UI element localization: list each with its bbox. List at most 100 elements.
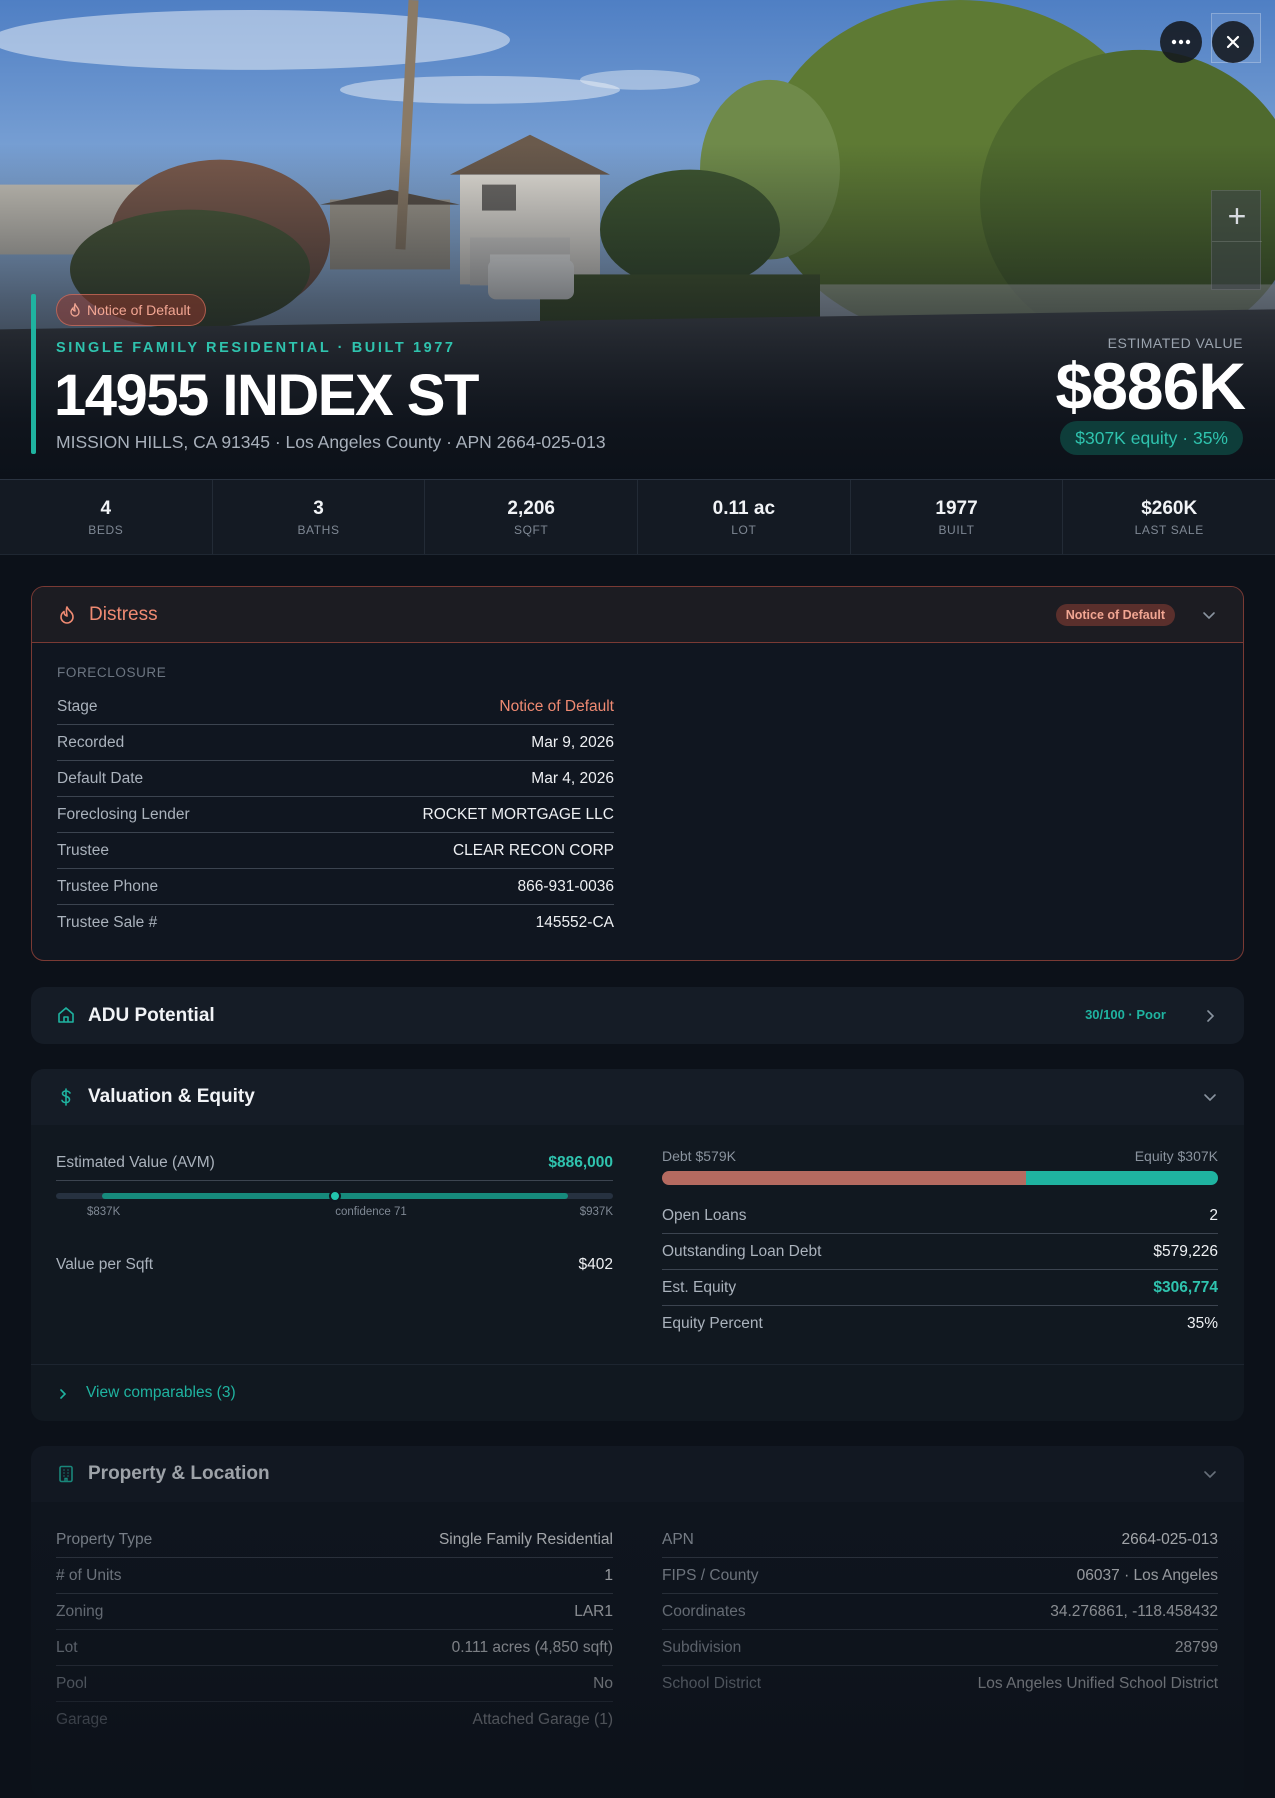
row-value: No bbox=[593, 1674, 613, 1692]
map-zoom-control: + bbox=[1211, 190, 1262, 290]
view-comparables-link[interactable]: View comparables (3) bbox=[86, 1384, 236, 1402]
row-value: ROCKET MORTGAGE LLC bbox=[422, 805, 615, 823]
valuation-equity-section: Valuation & Equity Estimated Value (AVM)… bbox=[31, 1069, 1244, 1421]
property-type-subline: SINGLE FAMILY RESIDENTIAL · BUILT 1977 bbox=[56, 340, 456, 356]
view-comparables-row[interactable]: View comparables (3) bbox=[31, 1364, 1244, 1421]
foreclosure-row-stage: Stage Notice of Default bbox=[57, 689, 614, 725]
stat-baths: 3 BATHS bbox=[213, 480, 426, 554]
chevron-down-icon[interactable] bbox=[1202, 1089, 1218, 1105]
stat-value: 0.11 ac bbox=[712, 497, 776, 519]
chevron-down-icon[interactable] bbox=[1202, 1466, 1218, 1482]
foreclosure-row-trustee-phone: Trustee Phone 866-931-0036 bbox=[57, 869, 614, 905]
valuation-range-marker bbox=[329, 1190, 341, 1202]
debt-equity-bar bbox=[662, 1171, 1218, 1185]
row-label: Coordinates bbox=[662, 1602, 746, 1620]
equity-label: Equity $307K bbox=[1134, 1148, 1218, 1164]
value-per-sqft-row: Value per Sqft $402 bbox=[56, 1247, 613, 1283]
debt-portion bbox=[662, 1171, 1026, 1185]
distress-status-pill: Notice of Default bbox=[56, 294, 206, 326]
row-label: APN bbox=[662, 1530, 694, 1548]
close-icon bbox=[1226, 35, 1240, 49]
row-label: Garage bbox=[56, 1711, 108, 1728]
row-label: Lot bbox=[56, 1638, 78, 1656]
zoom-in-button[interactable]: + bbox=[1212, 191, 1262, 241]
row-label: Value per Sqft bbox=[56, 1256, 154, 1273]
property-row: Pool No bbox=[56, 1666, 613, 1702]
row-value: 34.276861, -118.458432 bbox=[1050, 1602, 1218, 1620]
row-label: Subdivision bbox=[662, 1638, 742, 1656]
equity-percent-row: Equity Percent 35% bbox=[662, 1306, 1218, 1342]
equity-pill: $307K equity · 35% bbox=[1060, 421, 1243, 455]
row-label: Trustee bbox=[57, 841, 109, 859]
property-location-line: MISSION HILLS, CA 91345 · Los Angeles Co… bbox=[56, 432, 606, 452]
hero-photo-header: + Notice of Default SINGLE FAMILY RESIDE… bbox=[0, 0, 1275, 480]
distress-title: Distress bbox=[89, 603, 158, 625]
row-value: Attached Garage (1) bbox=[472, 1711, 613, 1728]
equity-portion bbox=[1025, 1171, 1218, 1185]
row-value: $579,226 bbox=[1153, 1242, 1218, 1260]
range-high-label: $937K bbox=[579, 1206, 613, 1218]
location-row: Subdivision 28799 bbox=[662, 1630, 1218, 1666]
valuation-title: Valuation & Equity bbox=[88, 1086, 255, 1107]
stat-value: $260K bbox=[1141, 497, 1198, 519]
stat-last-sale: $260K LAST SALE bbox=[1063, 480, 1275, 554]
foreclosure-row-trustee-sale: Trustee Sale # 145552-CA bbox=[57, 905, 614, 941]
row-value: Mar 9, 2026 bbox=[531, 733, 614, 751]
est-equity-row: Est. Equity $306,774 bbox=[662, 1270, 1218, 1306]
property-row: Zoning LAR1 bbox=[56, 1594, 613, 1630]
row-value: Single Family Residential bbox=[438, 1530, 613, 1548]
distress-section-header[interactable]: Distress Notice of Default bbox=[32, 587, 1243, 643]
stat-lot: 0.11 ac LOT bbox=[638, 480, 851, 554]
stat-label: LOT bbox=[731, 522, 757, 537]
row-value: 1 bbox=[604, 1566, 613, 1584]
row-value: Los Angeles Unified School District bbox=[977, 1675, 1218, 1692]
chevron-down-icon[interactable] bbox=[1201, 607, 1217, 623]
loan-debt-row: Outstanding Loan Debt $579,226 bbox=[662, 1234, 1218, 1270]
property-row: Property Type Single Family Residential bbox=[56, 1522, 613, 1558]
title-accent-bar bbox=[31, 294, 36, 454]
row-value: 28799 bbox=[1174, 1638, 1218, 1656]
distress-status-label: Notice of Default bbox=[87, 302, 191, 318]
row-label: # of Units bbox=[56, 1566, 122, 1584]
dollar-icon bbox=[61, 1088, 71, 1106]
valuation-section-header[interactable]: Valuation & Equity bbox=[31, 1069, 1244, 1125]
property-row: Lot 0.111 acres (4,850 sqft) bbox=[56, 1630, 613, 1666]
foreclosure-row-recorded: Recorded Mar 9, 2026 bbox=[57, 725, 614, 761]
row-value: 35% bbox=[1186, 1315, 1218, 1332]
row-label: Stage bbox=[57, 697, 98, 715]
valuation-range-slider bbox=[56, 1190, 613, 1202]
stat-beds: 4 BEDS bbox=[0, 480, 213, 554]
distress-stage-badge: Notice of Default bbox=[1055, 604, 1175, 626]
property-section-header[interactable]: Property & Location bbox=[31, 1446, 1244, 1502]
property-row: # of Units 1 bbox=[56, 1558, 613, 1594]
avm-value: $886,000 bbox=[548, 1153, 613, 1171]
property-stats-bar: 4 BEDS 3 BATHS 2,206 SQFT 0.11 ac LOT 19… bbox=[0, 480, 1275, 555]
estimated-value: $886K bbox=[1055, 349, 1246, 423]
row-value: Notice of Default bbox=[499, 697, 614, 715]
property-address-title: 14955 INDEX ST bbox=[54, 363, 479, 428]
stat-label: BATHS bbox=[297, 522, 340, 537]
property-row: Garage Attached Garage (1) bbox=[56, 1702, 613, 1738]
adu-potential-section[interactable]: ADU Potential 30/100 · Poor bbox=[31, 987, 1244, 1044]
row-value: $306,774 bbox=[1153, 1278, 1218, 1296]
row-label: Trustee Phone bbox=[57, 877, 159, 895]
row-label: Trustee Sale # bbox=[57, 914, 158, 931]
debt-label: Debt $579K bbox=[662, 1148, 736, 1164]
row-label: Property Type bbox=[56, 1530, 153, 1548]
stat-value: 4 bbox=[100, 497, 112, 519]
more-options-button[interactable] bbox=[1160, 21, 1202, 63]
adu-title: ADU Potential bbox=[88, 1005, 215, 1026]
row-label: FIPS / County bbox=[662, 1566, 759, 1584]
row-label: Open Loans bbox=[662, 1206, 747, 1224]
row-value: $402 bbox=[578, 1256, 613, 1273]
stat-label: BUILT bbox=[938, 522, 975, 537]
stat-label: BEDS bbox=[88, 522, 124, 537]
foreclosure-row-lender: Foreclosing Lender ROCKET MORTGAGE LLC bbox=[57, 797, 614, 833]
row-value: Mar 4, 2026 bbox=[531, 769, 614, 787]
row-label: Default Date bbox=[57, 769, 144, 787]
row-label: Outstanding Loan Debt bbox=[662, 1242, 822, 1260]
stat-value: 2,206 bbox=[507, 497, 555, 519]
home-icon bbox=[58, 1007, 74, 1023]
chevron-right-icon[interactable] bbox=[1202, 1008, 1218, 1024]
close-button[interactable] bbox=[1212, 21, 1254, 63]
